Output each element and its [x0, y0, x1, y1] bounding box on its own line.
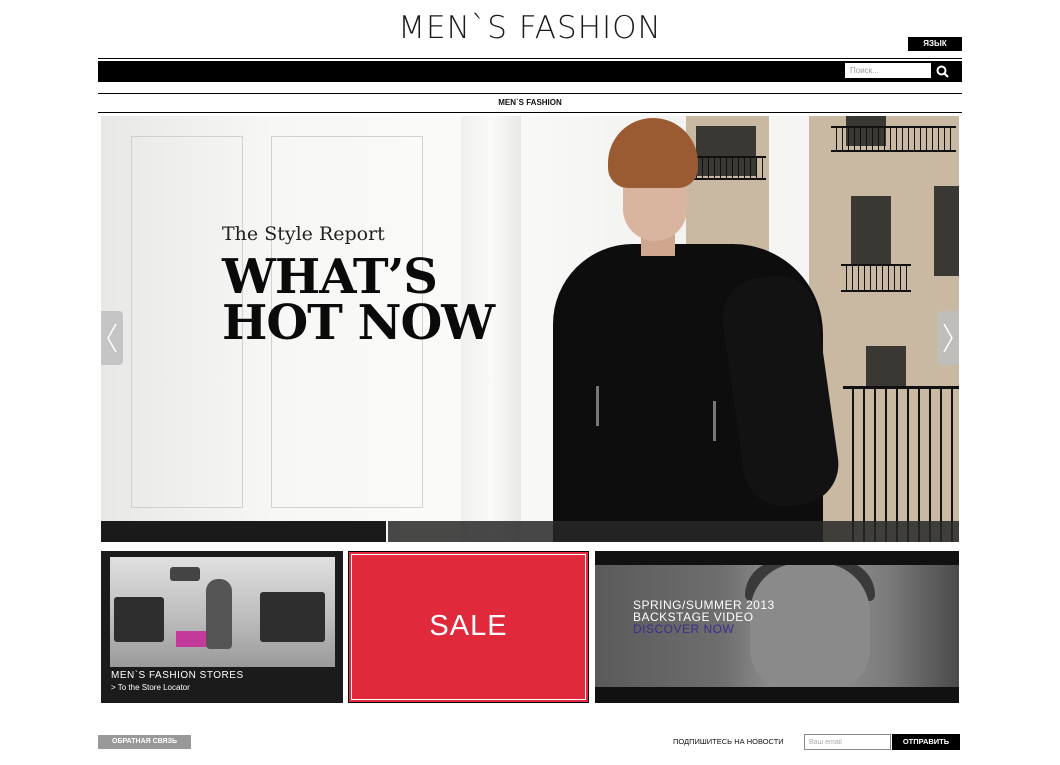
- search-input[interactable]: [845, 63, 931, 78]
- sub-header-top-rule: [98, 93, 962, 94]
- nav-item-lookbook[interactable]: LOOKBOOK: [629, 0, 674, 21]
- header-divider: [98, 58, 962, 59]
- hero-headline-line2: HOT NOW: [222, 295, 495, 351]
- nav-item-what-to-wear[interactable]: ЧТО НАДЕТЬ: [719, 0, 771, 21]
- search-icon[interactable]: [932, 63, 954, 80]
- sub-header-title: MEN`S FASHION: [498, 98, 562, 107]
- sale-tile[interactable]: SALE: [348, 551, 589, 703]
- sweater-zip: [596, 386, 599, 426]
- nav-item-accessories[interactable]: АКСЕССУАРЫ: [443, 0, 498, 21]
- hero-banner[interactable]: The Style Report WHAT’S HOT NOW: [101, 116, 959, 542]
- language-button[interactable]: ЯЗЫК: [908, 37, 962, 51]
- hero-kicker: The Style Report: [222, 223, 385, 245]
- iron-gate: [843, 386, 959, 542]
- nav-item-campaign[interactable]: CAMPAIGN: [201, 0, 243, 21]
- nav-item-shoes[interactable]: ОБУВЬ: [370, 0, 397, 21]
- stores-tile[interactable]: MEN`S FASHION STORES > To the Store Loca…: [101, 551, 343, 703]
- chevron-left-icon: [107, 323, 117, 353]
- discover-now-link[interactable]: DISCOVER NOW: [633, 623, 734, 635]
- hero-prev-button[interactable]: [101, 311, 123, 365]
- main-nav: [98, 61, 962, 82]
- video-tile[interactable]: SPRING/SUMMER 2013 BACKSTAGE VIDEO DISCO…: [595, 551, 959, 703]
- store-photo: [110, 557, 335, 667]
- sweater-zip: [713, 401, 716, 441]
- stores-tile-title: MEN`S FASHION STORES: [111, 670, 244, 681]
- video-letterbox-top: [595, 551, 959, 565]
- slide-tab-2[interactable]: [388, 521, 959, 542]
- nav-item-gifts[interactable]: ПОДАРКИ: [544, 0, 582, 21]
- video-model-face: [750, 563, 870, 689]
- newsletter-label: ПОДПИШИТЕСЬ НА НОВОСТИ: [673, 737, 784, 746]
- hero-headline-line1: WHAT’S: [222, 249, 438, 305]
- hero-headline: WHAT’S HOT NOW: [222, 249, 495, 351]
- email-field[interactable]: [804, 734, 891, 750]
- store-locator-link[interactable]: > To the Store Locator: [111, 683, 190, 692]
- slide-tab-1[interactable]: [101, 521, 386, 542]
- sale-label: SALE: [429, 610, 508, 642]
- nav-item-whats-new[interactable]: ЧТО НОВОГО: [104, 0, 156, 21]
- video-letterbox-bottom: [595, 687, 959, 703]
- sub-header-bottom-rule: [98, 112, 962, 113]
- chevron-right-icon: [943, 323, 953, 353]
- nav-item-clothing[interactable]: ОДЕЖДА: [290, 0, 325, 21]
- hero-next-button[interactable]: [937, 311, 959, 365]
- send-button[interactable]: ОТПРАВИТЬ: [892, 734, 960, 750]
- site-logo[interactable]: MEN`S FASHION: [0, 10, 1060, 46]
- feedback-button[interactable]: ОБРАТНАЯ СВЯЗЬ: [98, 735, 191, 749]
